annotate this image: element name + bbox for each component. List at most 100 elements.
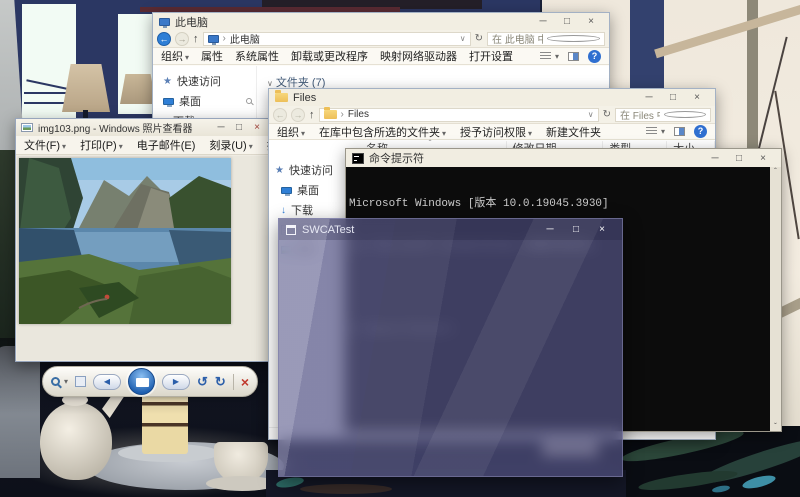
new-folder-button[interactable]: 新建文件夹 xyxy=(546,124,601,140)
breadcrumb[interactable]: 此电脑 xyxy=(230,31,260,46)
cmd-titlebar[interactable]: 命令提示符 ─ □ × xyxy=(346,149,781,167)
files-toolbar-right: ▾ ? xyxy=(646,125,707,138)
maximize-button[interactable]: □ xyxy=(727,151,751,166)
zoom-button[interactable]: ▾ xyxy=(51,377,68,386)
maximize-button[interactable]: □ xyxy=(230,120,248,135)
close-button[interactable]: × xyxy=(589,224,615,235)
files-toolbar: 组织▾ 在库中包含所选的文件夹▾ 授予访问权限▾ 新建文件夹 ▾ ? xyxy=(269,124,715,140)
properties-button[interactable]: 属性 xyxy=(201,48,223,64)
close-button[interactable]: × xyxy=(248,120,266,135)
back-button[interactable]: ← xyxy=(157,32,171,46)
pin-icon xyxy=(246,98,252,104)
refresh-icon[interactable]: ↻ xyxy=(475,33,483,44)
minimize-button[interactable]: ─ xyxy=(212,120,230,135)
magnifier-icon xyxy=(51,377,60,386)
swca-titlebar[interactable]: SWCATest ─ □ × xyxy=(279,219,622,240)
viewer-toolbar: ▾ ◀ ▶ ↺ ↻ × xyxy=(42,366,258,397)
rotate-ccw-button[interactable]: ↺ xyxy=(197,375,208,388)
chevron-down-icon: ▾ xyxy=(528,129,532,138)
viewer-title: img103.png - Windows 照片查看器 xyxy=(38,120,193,135)
viewer-window-controls: ─ □ × xyxy=(212,120,266,135)
chevron-down-icon: ▾ xyxy=(442,129,446,138)
chevron-down-icon: ▾ xyxy=(185,53,189,62)
thispc-search-input[interactable]: 在 此电脑 中搜索 xyxy=(487,32,605,46)
files-address-bar[interactable]: › Files ∨ xyxy=(319,108,599,122)
sidebar-item-desktop[interactable]: 桌面 xyxy=(153,91,256,111)
cmd-scrollbar[interactable]: ˆ ˇ xyxy=(770,167,781,431)
thispc-address-row: ← → ↑ › 此电脑 ∨ ↻ 在 此电脑 中搜索 xyxy=(153,30,609,48)
scroll-up-icon[interactable]: ˆ xyxy=(774,167,777,176)
up-button[interactable]: ↑ xyxy=(309,109,315,121)
menu-burn[interactable]: 刻录(U)▾ xyxy=(209,137,252,153)
actual-size-button[interactable] xyxy=(75,376,86,387)
forward-button[interactable]: → xyxy=(291,108,305,122)
search-placeholder: 在 此电脑 中搜索 xyxy=(492,31,543,46)
preview-pane-icon[interactable] xyxy=(568,52,579,61)
files-title: Files xyxy=(293,92,316,104)
maximize-button[interactable]: □ xyxy=(555,14,579,29)
minimize-button[interactable]: ─ xyxy=(531,14,555,29)
files-search-input[interactable]: 在 Files 中搜索 xyxy=(615,108,711,122)
thispc-address-bar[interactable]: › 此电脑 ∨ xyxy=(203,32,471,46)
maximize-button[interactable]: □ xyxy=(661,90,685,105)
breadcrumb-separator: › xyxy=(223,33,226,44)
menu-email[interactable]: 电子邮件(E) xyxy=(137,137,196,153)
rotate-cw-button[interactable]: ↻ xyxy=(215,375,226,388)
uninstall-program-button[interactable]: 卸载或更改程序 xyxy=(291,48,368,64)
minimize-button[interactable]: ─ xyxy=(703,151,727,166)
menu-file[interactable]: 文件(F)▾ xyxy=(24,137,66,153)
sidebar-item-quick-access[interactable]: ★快速访问 xyxy=(269,160,350,180)
sidebar-item-quick-access[interactable]: ★快速访问 xyxy=(153,71,256,91)
photo-viewer-icon xyxy=(21,123,33,132)
help-icon[interactable]: ? xyxy=(588,50,601,63)
view-mode-button[interactable]: ▾ xyxy=(540,52,559,61)
sidebar-item-downloads[interactable]: ↓下载 xyxy=(269,200,350,220)
sidebar-item-desktop[interactable]: 桌面 xyxy=(269,180,350,200)
view-mode-button[interactable]: ▾ xyxy=(646,127,665,136)
open-settings-button[interactable]: 打开设置 xyxy=(469,48,513,64)
minimize-button[interactable]: ─ xyxy=(637,90,661,105)
viewer-titlebar[interactable]: img103.png - Windows 照片查看器 ─ □ × xyxy=(16,119,271,136)
maximize-button[interactable]: □ xyxy=(563,224,589,235)
menu-print[interactable]: 打印(P)▾ xyxy=(80,137,123,153)
table-blur xyxy=(300,484,392,494)
map-network-drive-button[interactable]: 映射网络驱动器 xyxy=(380,48,457,64)
give-access-menu[interactable]: 授予访问权限▾ xyxy=(460,124,532,140)
quick-access-star-icon: ★ xyxy=(163,76,172,87)
back-button[interactable]: ← xyxy=(273,108,287,122)
organize-menu[interactable]: 组织▾ xyxy=(277,124,305,140)
address-dropdown-icon[interactable]: ∨ xyxy=(588,110,594,119)
address-dropdown-icon[interactable]: ∨ xyxy=(460,34,466,43)
viewer-menubar: 文件(F)▾ 打印(P)▾ 电子邮件(E) 刻录(U)▾ 打开(O)▾ ? xyxy=(16,136,271,155)
list-view-icon xyxy=(540,52,551,61)
files-titlebar[interactable]: Files ─ □ × xyxy=(269,89,715,106)
organize-menu[interactable]: 组织▾ xyxy=(161,48,189,64)
include-in-library-menu[interactable]: 在库中包含所选的文件夹▾ xyxy=(319,124,446,140)
breadcrumb[interactable]: Files xyxy=(348,109,369,120)
forward-button[interactable]: → xyxy=(175,32,189,46)
close-button[interactable]: × xyxy=(751,151,775,166)
system-properties-button[interactable]: 系统属性 xyxy=(235,48,279,64)
previous-button[interactable]: ◀ xyxy=(93,374,121,390)
preview-pane-icon[interactable] xyxy=(674,127,685,136)
photo-landscape xyxy=(19,158,231,324)
delete-button[interactable]: × xyxy=(241,375,249,389)
close-button[interactable]: × xyxy=(579,14,603,29)
up-button[interactable]: ↑ xyxy=(193,33,199,45)
next-button[interactable]: ▶ xyxy=(162,374,190,390)
refresh-icon[interactable]: ↻ xyxy=(603,109,611,120)
folder-icon xyxy=(275,93,288,102)
swca-title: SWCATest xyxy=(302,224,354,236)
thispc-icon xyxy=(159,18,170,26)
desktop-screen: 此电脑 ─ □ × ← → ↑ › 此电脑 ∨ ↻ 在 此电脑 中搜索 xyxy=(0,0,800,497)
toolbar-divider xyxy=(233,374,234,390)
slideshow-button[interactable] xyxy=(128,368,155,395)
close-button[interactable]: × xyxy=(685,90,709,105)
thispc-toolbar: 组织▾ 属性 系统属性 卸载或更改程序 映射网络驱动器 打开设置 ▾ ? xyxy=(153,48,609,65)
minimize-button[interactable]: ─ xyxy=(537,224,563,235)
thispc-titlebar[interactable]: 此电脑 ─ □ × xyxy=(153,13,609,30)
scroll-down-icon[interactable]: ˇ xyxy=(774,422,777,431)
help-icon[interactable]: ? xyxy=(694,125,707,138)
collapse-icon: ∨ xyxy=(267,79,273,88)
address-folder-icon xyxy=(324,110,337,119)
